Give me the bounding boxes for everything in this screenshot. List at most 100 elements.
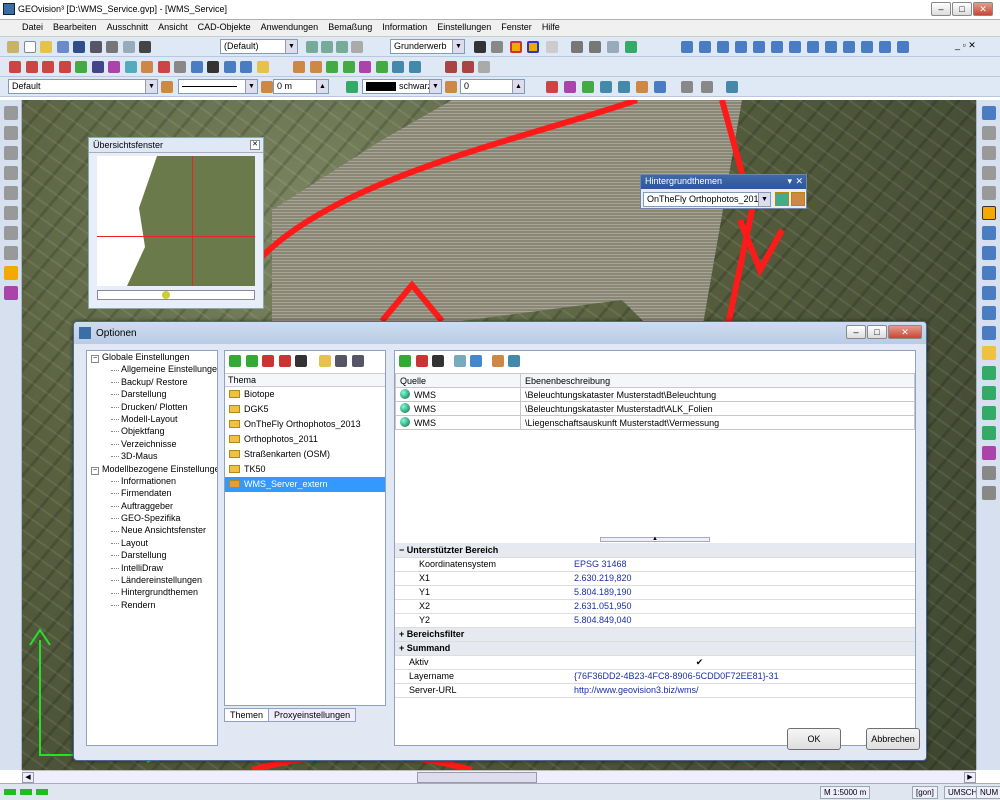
style-i-icon[interactable] — [701, 81, 713, 93]
copy-icon[interactable] — [106, 41, 119, 53]
active-tool-icon[interactable] — [3, 266, 18, 280]
close-button[interactable]: ✕ — [973, 2, 993, 16]
tool-b-icon[interactable] — [981, 146, 996, 160]
section-unterstuetzter-bereich[interactable]: − Unterstützter Bereich — [395, 543, 915, 558]
tree-item[interactable]: Verzeichnisse — [87, 438, 217, 450]
zoom-b-icon[interactable] — [699, 41, 711, 53]
edit-c-icon[interactable] — [326, 61, 339, 73]
theme-item[interactable]: TK50 — [225, 462, 385, 477]
minimize-button[interactable]: – — [931, 2, 951, 16]
scroll-left-icon[interactable]: ◀ — [22, 772, 34, 783]
remove-source-icon[interactable] — [415, 355, 428, 367]
tool-c-icon[interactable] — [981, 166, 996, 180]
overview-map[interactable] — [97, 156, 255, 286]
edit-d-icon[interactable] — [342, 61, 355, 73]
menu-anwendungen[interactable]: Anwendungen — [256, 20, 324, 34]
zoom-prev-icon[interactable] — [981, 286, 996, 300]
theme-settings-icon[interactable] — [791, 192, 805, 206]
hand-icon[interactable] — [981, 346, 996, 360]
tree-item[interactable]: GEO-Spezifika — [87, 512, 217, 524]
linetype-combo[interactable]: ▼ — [178, 79, 258, 94]
tree-item[interactable]: Firmendaten — [87, 487, 217, 499]
zoom-in-icon[interactable] — [981, 226, 996, 240]
tab-themen[interactable]: Themen — [224, 708, 270, 722]
nav-b-icon[interactable] — [981, 386, 996, 400]
snap-icon[interactable] — [174, 61, 187, 73]
circle-icon[interactable] — [157, 61, 170, 73]
source-settings-icon[interactable] — [491, 355, 504, 367]
scroll-right-icon[interactable]: ▶ — [964, 772, 976, 783]
zoom-h-icon[interactable] — [807, 41, 819, 53]
panel-close-icon[interactable]: ✕ — [795, 176, 803, 187]
property-value[interactable]: 5.804.189,190 — [570, 585, 915, 600]
tool-a-icon[interactable] — [981, 126, 996, 140]
tree-expander-icon[interactable]: − — [91, 355, 99, 363]
zoom-d-icon[interactable] — [735, 41, 747, 53]
theme-item[interactable]: Biotope — [225, 387, 385, 402]
edit-b-icon[interactable] — [309, 61, 322, 73]
no-select-icon[interactable] — [491, 41, 503, 53]
theme-item[interactable]: DGK5 — [225, 402, 385, 417]
print-icon[interactable] — [139, 41, 152, 53]
menu-cad-objekte[interactable]: CAD-Objekte — [193, 20, 256, 34]
tree-item[interactable]: Darstellung — [87, 388, 217, 400]
select-tool-icon[interactable] — [3, 106, 18, 120]
section-bereichsfilter[interactable]: + Bereichsfilter — [395, 627, 915, 642]
tab-proxyeinstellungen[interactable]: Proxyeinstellungen — [268, 708, 357, 722]
col-quelle[interactable]: Quelle — [395, 373, 521, 388]
scroll-up-icon[interactable] — [981, 106, 996, 120]
property-value[interactable]: 2.630.219,820 — [570, 571, 915, 586]
move-tool-icon[interactable] — [3, 166, 18, 180]
polyline-icon[interactable] — [25, 61, 38, 73]
tree-item[interactable]: Ländereinstellungen — [87, 574, 217, 586]
grid-icon[interactable] — [571, 41, 583, 53]
property-row[interactable]: Koordinatensystem EPSG 31468 — [395, 557, 915, 572]
add-group-icon[interactable] — [245, 355, 258, 367]
zoom-m-icon[interactable] — [897, 41, 909, 53]
property-row[interactable]: X2 2.631.051,950 — [395, 599, 915, 614]
dialog-close-button[interactable]: ✕ — [888, 325, 922, 339]
zoom-extent-icon[interactable] — [981, 326, 996, 340]
remove-theme-icon[interactable] — [278, 355, 291, 367]
horizontal-scrollbar[interactable]: ◀ ▶ — [22, 770, 976, 783]
tree-item[interactable]: Neue Ansichtsfenster — [87, 524, 217, 536]
tree-item[interactable]: Rendern — [87, 599, 217, 611]
themes-header[interactable]: Thema — [225, 373, 385, 387]
open-theme-icon[interactable] — [318, 355, 331, 367]
point-icon[interactable] — [75, 61, 88, 73]
delete-theme-icon[interactable] — [295, 355, 308, 367]
move-down-icon[interactable] — [470, 355, 483, 367]
menu-einstellungen[interactable]: Einstellungen — [432, 20, 496, 34]
tree-expander-icon[interactable]: − — [91, 466, 99, 475]
style-e-icon[interactable] — [618, 81, 630, 93]
style-f-icon[interactable] — [636, 81, 648, 93]
view-combo[interactable]: (Default) ▼ — [220, 39, 298, 54]
color-icon[interactable] — [445, 81, 457, 93]
new-file-icon[interactable] — [23, 41, 36, 53]
open-folder-icon[interactable] — [40, 41, 53, 53]
delete-c-icon[interactable] — [478, 61, 491, 73]
theme-item[interactable]: Orthophotos_2011 — [225, 432, 385, 447]
table-icon[interactable] — [607, 41, 619, 53]
add-theme-icon[interactable] — [229, 355, 241, 367]
block-icon[interactable] — [223, 61, 236, 73]
source-row[interactable]: WMS \Beleuchtungskataster Musterstadt\Bel… — [395, 387, 915, 402]
folder-insert-icon[interactable] — [256, 61, 269, 73]
nav-a-icon[interactable] — [981, 366, 996, 380]
delete-a-icon[interactable] — [445, 61, 458, 73]
grunderwerb-combo[interactable]: Grunderwerb ▼ — [390, 39, 465, 54]
paste-icon[interactable] — [122, 41, 135, 53]
scale-indicator[interactable]: M 1:5000 m — [820, 786, 871, 799]
tree-item[interactable]: Darstellung — [87, 549, 217, 561]
menu-bemassung[interactable]: Bemaßung — [323, 20, 377, 34]
frame-alt-icon[interactable] — [527, 41, 539, 53]
overview-close-icon[interactable]: ✕ — [250, 140, 260, 150]
grid-alt-icon[interactable] — [589, 41, 601, 53]
edit-f-icon[interactable] — [375, 61, 388, 73]
theme-item[interactable]: WMS_Server_extern — [225, 477, 385, 492]
image-icon[interactable] — [240, 61, 253, 73]
menu-ausschnitt[interactable]: Ausschnitt — [102, 20, 154, 34]
tree-item[interactable]: Auftraggeber — [87, 500, 217, 512]
symbol-icon[interactable] — [91, 61, 104, 73]
dialog-maximize-button[interactable]: □ — [867, 325, 887, 339]
